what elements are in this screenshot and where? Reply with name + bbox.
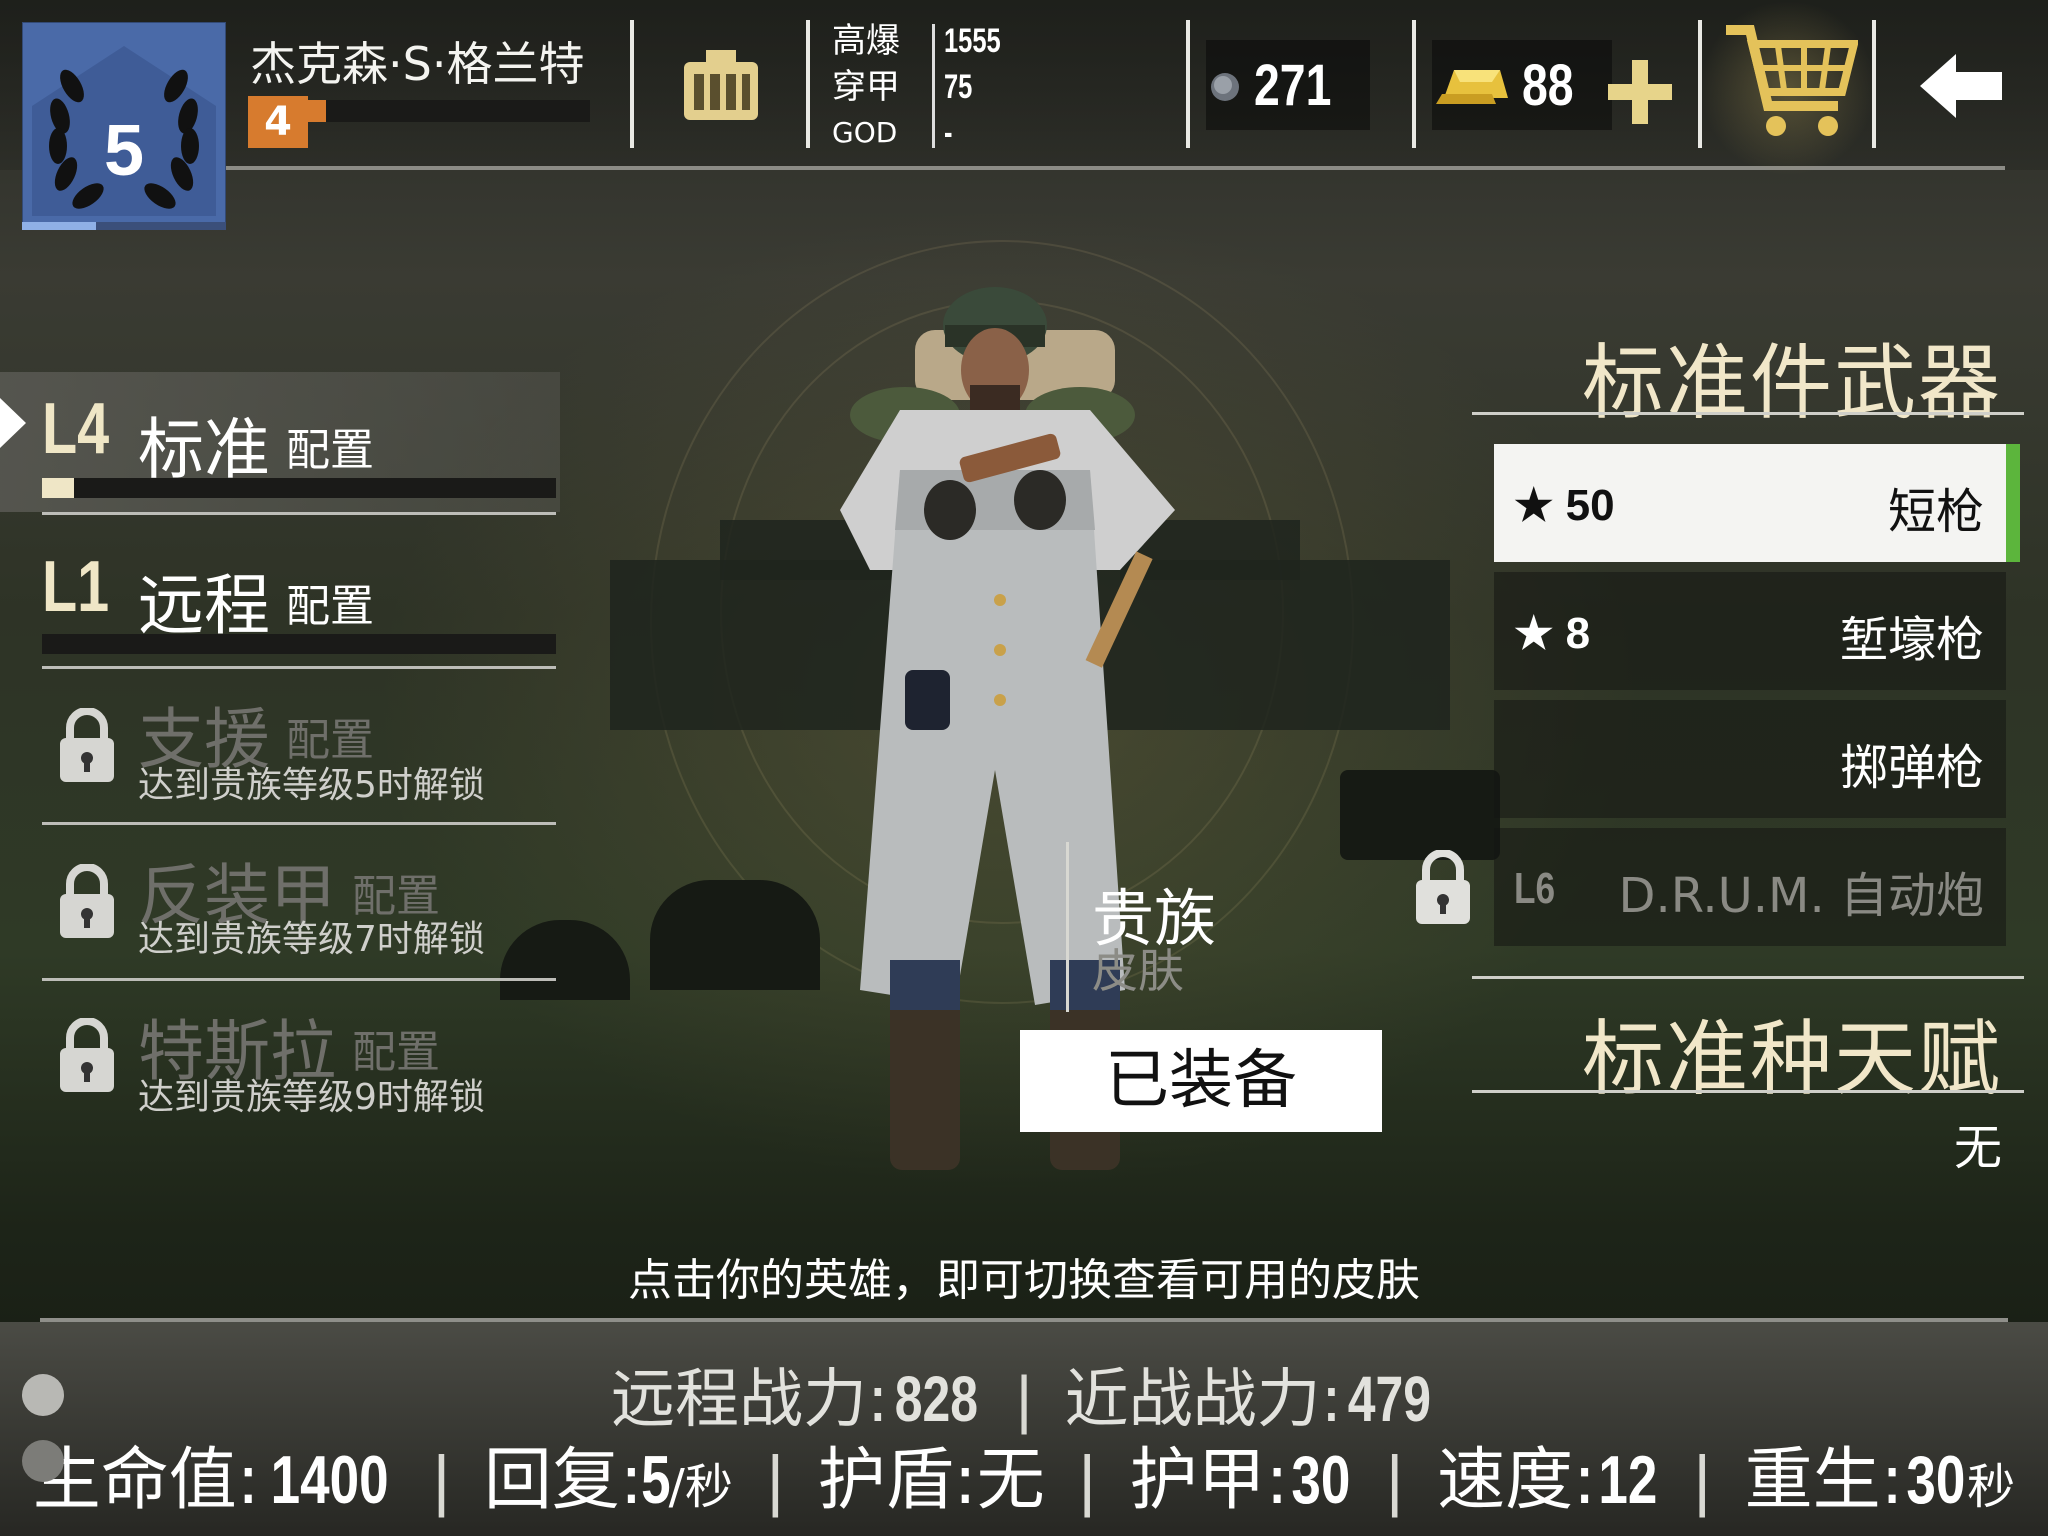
page-dot-2[interactable] <box>22 1440 64 1482</box>
stat-column-line <box>932 24 935 148</box>
weapon-name: 掷弹枪 <box>1839 740 1984 796</box>
stat-label: 高爆 <box>832 21 900 61</box>
weapon-item-drum-cannon[interactable]: L6 D.R.U.M. 自动炮 <box>1494 828 2006 946</box>
armor-label: 护甲: <box>1129 1441 1289 1520</box>
weapons-title: 标准件武器 <box>1581 336 2002 431</box>
talent-value: 无 <box>1953 1120 2002 1176</box>
loadout-progress-track <box>42 634 556 654</box>
weapon-item-grenade-gun[interactable]: 掷弹枪 <box>1494 700 2006 818</box>
loadout-progress-track <box>42 478 556 498</box>
hp-value: 1400 <box>270 1442 389 1518</box>
header-separator <box>1412 20 1416 148</box>
gold-bar-icon <box>1436 70 1508 104</box>
loadout-progress-fill <box>42 478 74 498</box>
lock-icon <box>1416 850 1470 924</box>
stat-value: 75 <box>944 68 973 106</box>
stat-separator: | <box>1385 1442 1404 1518</box>
plus-icon <box>1608 60 1672 124</box>
respawn-unit: 秒 <box>1967 1459 2016 1515</box>
weapon-name: 短枪 <box>1887 484 1984 540</box>
lock-icon <box>60 708 114 782</box>
stat-separator: | <box>1078 1442 1097 1518</box>
shield-value: 无 <box>976 1441 1045 1520</box>
back-arrow-icon <box>1920 54 2002 118</box>
gold-amount: 88 <box>1522 53 1574 118</box>
stat-label: 穿甲 <box>832 67 900 107</box>
talent-divider <box>1472 976 2024 979</box>
unlock-requirement: 达到贵族等级9时解锁 <box>138 1077 485 1118</box>
armor-value: 30 <box>1290 1442 1350 1518</box>
skin-divider <box>1066 842 1069 1012</box>
speed-label: 速度: <box>1437 1441 1597 1520</box>
equipped-button[interactable]: 已装备 <box>1020 1030 1382 1132</box>
regen-label: 回复: <box>483 1441 643 1520</box>
stat-separator: | <box>1693 1442 1711 1518</box>
shield-label: 护盾: <box>817 1441 977 1520</box>
page-dot-1[interactable] <box>22 1374 64 1416</box>
hp-label: 生命值: <box>32 1441 260 1520</box>
lock-icon <box>60 864 114 938</box>
silver-coin-icon <box>1211 73 1239 101</box>
shop-button[interactable] <box>1700 0 1876 176</box>
player-level-badge: 4 <box>248 96 308 148</box>
loadout-suffix: 配置 <box>286 581 374 632</box>
weapon-level: L6 <box>1514 864 1556 913</box>
stat-label: GOD <box>832 116 898 149</box>
selected-arrow-icon <box>0 398 26 448</box>
lock-icon <box>60 1018 114 1092</box>
xp-bar-fill <box>308 100 326 122</box>
armory-button[interactable] <box>680 50 762 124</box>
unlock-requirement: 达到贵族等级5时解锁 <box>138 765 485 806</box>
weapon-name: D.R.U.M. 自动炮 <box>1618 868 1984 924</box>
loadout-divider <box>42 822 556 825</box>
header-separator <box>630 20 634 148</box>
header-separator <box>806 20 810 148</box>
unlock-requirement: 达到贵族等级7时解锁 <box>138 919 485 960</box>
stat-separator: | <box>766 1442 785 1518</box>
loadout-divider <box>42 666 556 669</box>
loadout-suffix: 配置 <box>286 425 374 476</box>
rank-progress-fill <box>22 222 96 230</box>
selected-indicator <box>2006 444 2020 562</box>
regen-value: 5 <box>641 1442 671 1518</box>
regen-unit: /秒 <box>668 1459 733 1515</box>
talent-title-underline <box>1472 1090 2024 1093</box>
ammo-stat-values: 1555 75 - <box>944 18 1020 156</box>
ammo-stat-labels: 高爆 穿甲 GOD <box>832 18 900 156</box>
stat-separator: | <box>432 1442 451 1518</box>
loadout-code: L1 <box>42 547 110 627</box>
weapon-item-trench-gun[interactable]: ★ 8 堑壕枪 <box>1494 572 2006 690</box>
skin-label: 皮肤 <box>1092 944 1184 998</box>
talent-title: 标准种天赋 <box>1581 1012 2002 1107</box>
rank-badge[interactable]: 5 <box>22 22 226 230</box>
stat-value: - <box>944 114 953 152</box>
weapon-stars: ★ 8 <box>1514 609 1591 658</box>
header-divider <box>225 166 2005 170</box>
weapon-item-short-gun[interactable]: ★ 50 短枪 <box>1494 444 2020 562</box>
respawn-value: 30 <box>1905 1442 1965 1518</box>
speed-value: 12 <box>1598 1442 1658 1518</box>
skin-hint-text: 点击你的英雄，即可切换查看可用的皮肤 <box>628 1255 1420 1306</box>
add-gold-button[interactable] <box>1604 56 1676 128</box>
attributes-row: 生命值: 1400 | 回复:5/秒 | 护盾:无 | 护甲:30 | 速度:12… <box>0 1424 2048 1523</box>
cart-icon <box>1726 25 1858 136</box>
back-button[interactable] <box>1920 54 2004 118</box>
armory-icon <box>684 50 758 120</box>
header-separator <box>1872 20 1876 148</box>
stat-value: 1555 <box>944 22 1001 60</box>
weapon-stars: ★ 50 <box>1514 481 1615 530</box>
weapons-title-underline <box>1472 412 2024 415</box>
loadout-divider <box>42 512 556 515</box>
loadout-divider <box>42 978 556 981</box>
silver-amount: 271 <box>1254 53 1332 118</box>
rank-level: 5 <box>103 111 145 191</box>
weapon-name: 堑壕枪 <box>1839 612 1984 668</box>
player-name: 杰克森·S·格兰特 <box>250 37 585 91</box>
header-separator <box>1186 20 1190 148</box>
respawn-label: 重生: <box>1744 1441 1904 1520</box>
xp-bar-track <box>308 100 590 122</box>
loadout-code: L4 <box>42 389 110 469</box>
